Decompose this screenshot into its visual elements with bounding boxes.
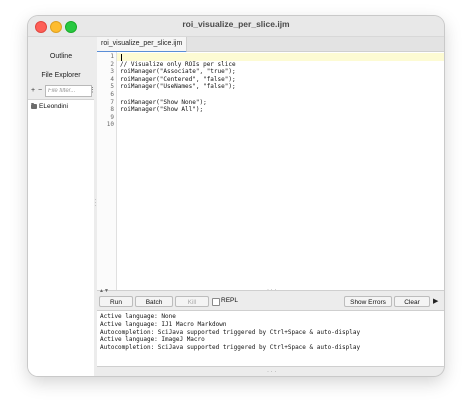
line-number: 6 [110,91,114,98]
line-number: 8 [110,106,114,114]
code-line: roiManager("UseNames", "false"); [120,83,236,91]
clear-button[interactable]: Clear [394,296,430,307]
file-filter-input[interactable] [45,85,92,97]
current-line-highlight [117,53,444,61]
code-line: // Visualize only ROIs per slice [120,60,236,68]
bottom-resize-handle[interactable]: · · · [267,369,276,375]
line-number: 1 [110,53,114,60]
editor-tab-bar: roi_visualize_per_slice.ijm [97,37,444,53]
tab-script-file[interactable]: roi_visualize_per_slice.ijm [97,37,188,53]
remove-folder-button[interactable]: − [37,85,43,96]
line-number: 2 [110,60,114,68]
more-arrow-icon[interactable]: ▶ [433,297,438,305]
console-line: Active language: None [100,313,176,320]
console-line: Active language: ImageJ Macro [100,336,205,344]
file-explorer-menu-button[interactable]: ⋮ [89,85,96,96]
tab-outline[interactable]: Outline [28,53,94,60]
console-line: Active language: IJ1 Macro Markdown [100,320,227,328]
sidebar: Outline File Explorer + − ⋮ ELeondini [28,37,96,376]
code-editor[interactable]: 1 2 3 4 5 6 7 8 9 10 // Visualize only R… [97,52,444,291]
main-panel: roi_visualize_per_slice.ijm 1 2 3 4 5 6 … [97,37,444,376]
console-line: Autocompletion: SciJava supported trigge… [100,328,361,336]
kill-button[interactable]: Kill [175,296,209,307]
file-tree: ELeondini [28,99,94,376]
tree-item-folder[interactable]: ELeondini [31,102,68,110]
line-number: 10 [106,121,114,129]
batch-button[interactable]: Batch [135,296,173,307]
line-number-gutter: 1 2 3 4 5 6 7 8 9 10 [97,52,117,290]
folder-icon [31,102,37,109]
repl-label: REPL [221,297,238,304]
add-folder-button[interactable]: + [30,85,36,96]
code-line: roiManager("Show None"); [120,98,207,106]
run-button-bar: Run Batch Kill REPL Show Errors Clear ▶ [97,295,444,309]
repl-checkbox[interactable] [212,298,220,306]
show-errors-button[interactable]: Show Errors [344,296,392,307]
console-output[interactable]: Active language: None Active language: I… [97,310,444,367]
drag-dots-icon: · · · [267,287,277,293]
tree-item-label: ELeondini [39,103,68,110]
line-number: 4 [110,75,114,83]
collapse-arrows-icon[interactable]: ▲▼ [99,288,109,294]
code-line: roiManager("Show All"); [120,106,204,114]
line-number: 7 [110,98,114,106]
file-explorer-toolbar: + − ⋮ [30,85,96,97]
line-number: 9 [110,113,114,121]
code-line: roiManager("Centered", "false"); [120,75,236,83]
tab-file-explorer[interactable]: File Explorer [28,72,94,79]
console-line: Autocompletion: SciJava supported trigge… [100,344,361,352]
run-button[interactable]: Run [99,296,133,307]
editor-window: roi_visualize_per_slice.ijm Outline File… [28,16,444,376]
window-title: roi_visualize_per_slice.ijm [182,19,290,29]
title-bar[interactable]: roi_visualize_per_slice.ijm [28,16,444,37]
code-text-area[interactable]: // Visualize only ROIs per slice roiMana… [117,52,444,290]
code-line: roiManager("Associate", "true"); [120,68,236,76]
line-number: 3 [110,68,114,76]
line-number: 5 [110,83,114,91]
text-caret [121,53,122,61]
